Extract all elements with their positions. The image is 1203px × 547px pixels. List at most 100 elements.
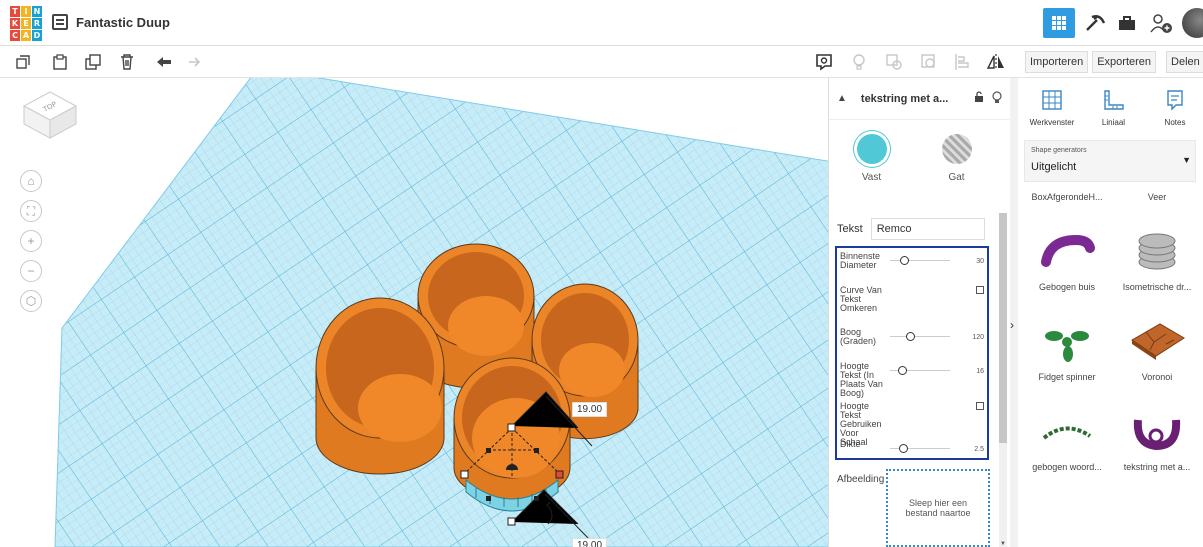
dimension-depth-label[interactable]: 19.00 <box>572 538 608 547</box>
param-slider-track[interactable] <box>890 260 950 261</box>
image-dropzone[interactable]: Sleep hier een bestand naartoe <box>886 469 990 547</box>
solid-option[interactable]: Vast <box>837 134 907 183</box>
import-button[interactable]: Importeren <box>1025 50 1089 73</box>
param-checkbox[interactable] <box>976 286 984 294</box>
redo-icon[interactable] <box>184 52 204 72</box>
workplane-tool[interactable]: Werkvenster <box>1024 88 1080 127</box>
shapes-grid: BoxAfgerondeH... Veer Gebogen buis Isometri… <box>1022 184 1203 480</box>
copy-icon[interactable] <box>13 52 33 72</box>
align-icon[interactable] <box>952 52 972 72</box>
shape-name[interactable]: tekstring met a... <box>861 93 966 105</box>
logo-letter: I <box>21 6 31 17</box>
solid-swatch[interactable] <box>856 134 887 164</box>
ruler-icon <box>1103 90 1124 110</box>
add-user-button[interactable] <box>1146 8 1176 38</box>
param-slider-knob[interactable] <box>898 444 908 453</box>
param-value[interactable]: 16 <box>976 367 984 376</box>
hole-swatch[interactable] <box>941 134 972 164</box>
view-3d-icon[interactable]: ⬡ <box>20 290 42 312</box>
share-button[interactable]: Delen <box>1166 50 1203 73</box>
shape-label: Fidget spinner <box>1038 372 1096 382</box>
briefcase-button[interactable] <box>1112 8 1142 38</box>
zoom-out-icon[interactable]: − <box>20 260 42 282</box>
lock-icon[interactable] <box>974 91 984 106</box>
ungroup-icon[interactable] <box>919 52 939 72</box>
pickaxe-icon <box>1086 15 1106 31</box>
duplicate-icon[interactable] <box>83 52 103 72</box>
notes-tool[interactable]: Notes <box>1147 88 1203 127</box>
text-param-label: Tekst <box>837 223 863 235</box>
design-list-icon[interactable] <box>52 14 68 30</box>
delete-icon[interactable] <box>117 52 137 72</box>
logo-letter: E <box>21 18 31 29</box>
dimension-width-label[interactable]: 19.00 <box>572 402 608 417</box>
param-value[interactable]: 2.5 <box>974 445 984 454</box>
param-label: Hoogte Tekst (In Plaats Van Boog) <box>840 361 883 398</box>
pickaxe-button[interactable] <box>1080 8 1110 38</box>
light-icon[interactable] <box>849 52 869 72</box>
shape-tile[interactable]: tekstring met a... <box>1112 390 1202 480</box>
shape-generator-caption: Shape generators <box>1031 147 1087 154</box>
zoom-in-icon[interactable]: + <box>20 230 42 252</box>
collapse-inspector-icon[interactable]: ▲ <box>837 93 847 104</box>
tinkercad-logo[interactable]: TIN KER CAD <box>10 6 42 41</box>
ruler-tool[interactable]: Liniaal <box>1086 88 1142 127</box>
shape-label: Veer <box>1147 192 1167 202</box>
view-cube[interactable]: TOP <box>22 90 78 145</box>
view-controls: ⌂ ⛶ + − ⬡ <box>20 170 42 312</box>
param-slider-knob[interactable] <box>906 332 915 341</box>
undo-icon[interactable] <box>154 52 174 72</box>
logo-letter: K <box>10 18 20 29</box>
param-label: Dikte <box>840 439 861 449</box>
fit-icon[interactable]: ⛶ <box>20 200 42 222</box>
paste-icon[interactable] <box>50 52 70 72</box>
shape-tile[interactable]: Gebogen buis <box>1022 210 1112 300</box>
shape-label: Voronoi <box>1141 372 1173 382</box>
shape-library: Werkvenster Liniaal Notes Shape generato… <box>1018 78 1203 547</box>
shape-tile[interactable]: BoxAfgerondeH... <box>1022 184 1112 210</box>
export-button[interactable]: Exporteren <box>1092 50 1157 73</box>
design-title[interactable]: Fantastic Duup <box>76 15 170 30</box>
shape-generator-dropdown[interactable]: Shape generators Uitgelicht ▼ <box>1024 140 1196 182</box>
shape-tile[interactable]: Voronoi <box>1112 300 1202 390</box>
chevron-right-icon[interactable]: › <box>1010 318 1014 332</box>
shape-inspector: ▲ tekstring met a... Vast Gat Tekst Binn… <box>828 78 1010 547</box>
shape-tile[interactable]: Isometrische dr... <box>1112 210 1202 300</box>
logo-letter: C <box>10 30 20 41</box>
shape-tile[interactable]: Veer <box>1112 184 1202 210</box>
note-icon[interactable] <box>814 52 834 72</box>
shape-tile[interactable]: Fidget spinner <box>1022 300 1112 390</box>
home-icon[interactable]: ⌂ <box>20 170 42 192</box>
shape-label: tekstring met a... <box>1123 462 1191 472</box>
cup-left[interactable] <box>315 297 445 475</box>
inspector-scrollbar[interactable]: ▼ <box>999 213 1007 547</box>
group-icon[interactable] <box>884 52 904 72</box>
param-checkbox[interactable] <box>976 402 984 410</box>
library-collapse-handle[interactable]: › <box>1010 78 1018 547</box>
3d-workplane-viewport[interactable]: 19.00 19.00 TOP ⌂ ⛶ + − ⬡ <box>0 78 828 547</box>
briefcase-icon <box>1119 16 1135 30</box>
user-avatar[interactable] <box>1182 8 1203 38</box>
visibility-icon[interactable] <box>992 90 1002 107</box>
param-slider-knob[interactable] <box>900 256 909 265</box>
param-slider-track[interactable] <box>890 336 950 337</box>
param-row: Hoogte Tekst (In Plaats Van Boog) 16 <box>840 362 986 398</box>
param-slider-knob[interactable] <box>898 366 907 375</box>
tool-row: Werkvenster Liniaal Notes <box>1024 88 1203 127</box>
param-label: Curve Van Tekst Omkeren <box>840 285 882 313</box>
hole-label: Gat <box>948 172 965 183</box>
param-value[interactable]: 30 <box>976 257 984 266</box>
shape-tile[interactable]: gebogen woord... <box>1022 390 1112 480</box>
text-param-input[interactable] <box>870 218 985 240</box>
hole-option[interactable]: Gat <box>922 134 992 183</box>
mirror-icon[interactable] <box>986 52 1006 72</box>
workplane-scene[interactable] <box>0 78 828 547</box>
param-value[interactable]: 120 <box>972 333 984 342</box>
logo-letter: T <box>10 6 20 17</box>
grid-view-button[interactable] <box>1043 8 1075 38</box>
scroll-down-icon[interactable]: ▼ <box>1000 541 1006 547</box>
logo-letter: R <box>32 18 42 29</box>
scrollbar-thumb[interactable] <box>999 213 1007 443</box>
add-user-icon <box>1150 14 1172 33</box>
voronoi-icon <box>1131 323 1185 360</box>
